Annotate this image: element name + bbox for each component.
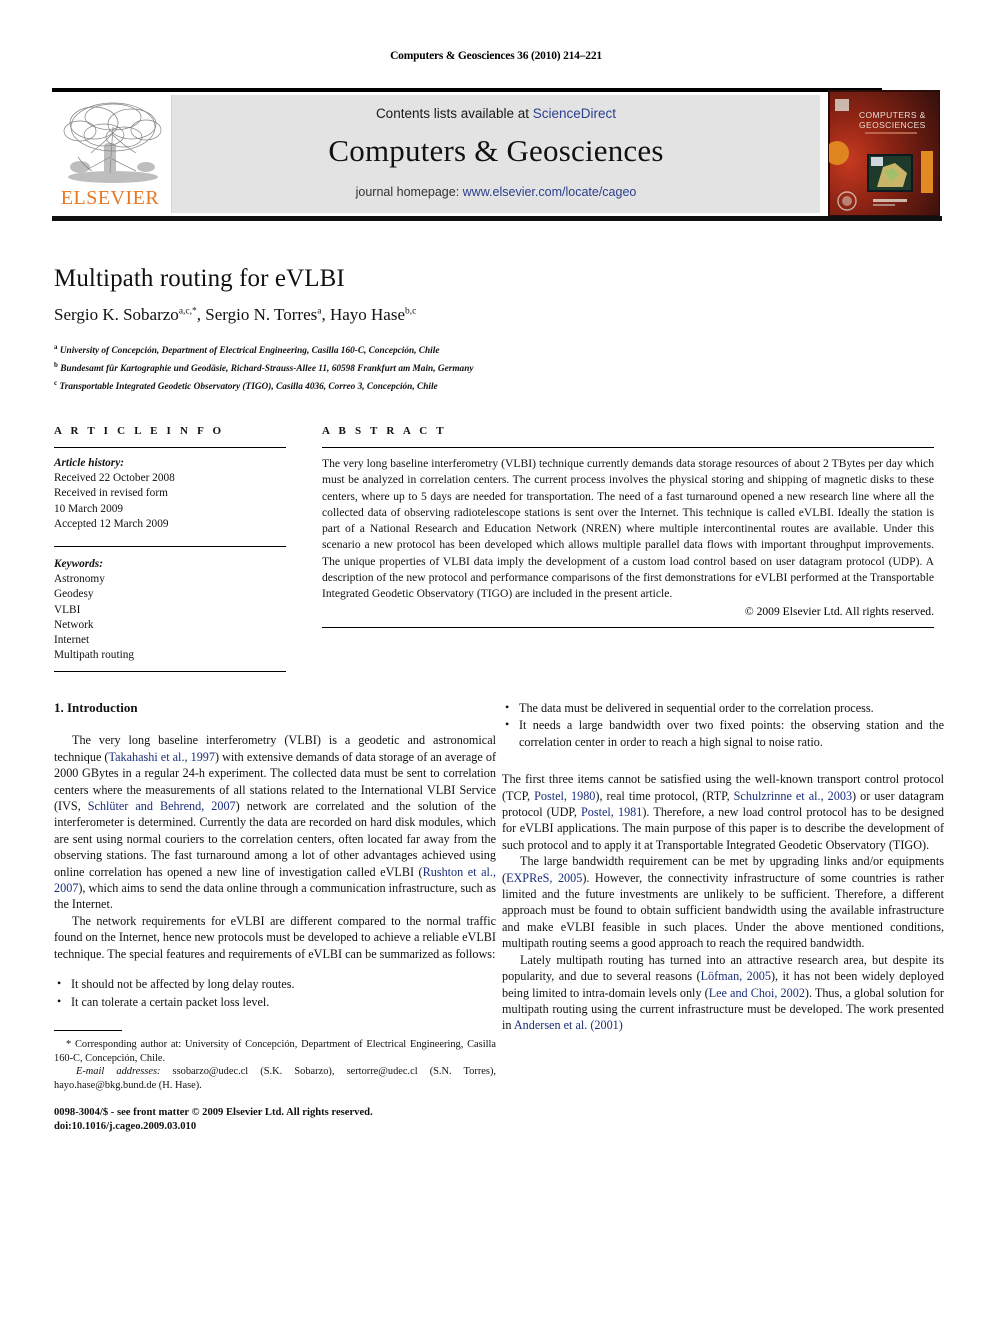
list-item: It should not be affected by long delay …	[54, 975, 496, 992]
abstract-copyright: © 2009 Elsevier Ltd. All rights reserved…	[744, 604, 934, 618]
footnote-separator	[54, 1029, 122, 1031]
citation-expres-2005[interactable]: EXPReS, 2005	[506, 871, 582, 885]
issn-line: 0098-3004/$ - see front matter © 2009 El…	[54, 1107, 373, 1119]
affiliation-c-mark: c	[54, 378, 58, 387]
body-column-right: The data must be delivered in sequential…	[502, 699, 944, 1034]
abstract-rule-top	[322, 447, 934, 448]
article-history-line-2: Received in revised form	[54, 487, 168, 500]
keyword-3: VLBI	[54, 603, 81, 616]
affiliation-c-text: Transportable Integrated Geodetic Observ…	[59, 381, 438, 392]
masthead-top-rule	[52, 88, 882, 92]
affiliation-a-text: University of Concepción, Department of …	[59, 346, 440, 357]
requirements-list-left: It should not be affected by long delay …	[54, 975, 496, 1010]
list-item: It needs a large bandwidth over two fixe…	[502, 716, 944, 750]
author-list: Sergio K. Sobarzoa,c,*, Sergio N. Torres…	[54, 305, 934, 325]
sciencedirect-link[interactable]: ScienceDirect	[533, 106, 616, 121]
footnote-corresponding-author: * Corresponding author at: University of…	[54, 1038, 496, 1065]
intro-p1-text-d: ), which aims to send the data online th…	[54, 881, 496, 912]
list-item: The data must be delivered in sequential…	[502, 699, 944, 716]
intro-paragraph-2: The network requirements for eVLBI are d…	[54, 913, 496, 961]
keyword-5: Internet	[54, 634, 90, 647]
citation-postel-1980[interactable]: Postel, 1980	[534, 789, 595, 803]
affiliation-b: b Bundesamt für Kartographie und Geodäsi…	[54, 359, 934, 377]
author-3: , Hayo Hase	[321, 305, 406, 324]
affiliations: a University of Concepción, Department o…	[54, 341, 934, 395]
elsevier-wordmark: ELSEVIER	[60, 187, 160, 209]
author-1: Sergio K. Sobarzo	[54, 305, 179, 324]
journal-homepage-line: journal homepage: www.elsevier.com/locat…	[172, 185, 820, 199]
contents-line: Contents lists available at ScienceDirec…	[172, 106, 820, 121]
journal-homepage-link[interactable]: www.elsevier.com/locate/cageo	[463, 185, 637, 199]
affiliation-a: a University of Concepción, Department o…	[54, 341, 934, 359]
running-head: Computers & Geosciences 36 (2010) 214–22…	[390, 50, 602, 62]
footnote-corresponding-text: Corresponding author at: University of C…	[54, 1038, 496, 1064]
journal-cover-thumbnail: COMPUTERS & GEOSCIENCES	[828, 90, 940, 216]
right-paragraph-2: The large bandwidth requirement can be m…	[502, 853, 944, 951]
citation-andersen-2001[interactable]: Andersen et al. (2001)	[514, 1018, 623, 1032]
journal-article-page: Computers & Geosciences 36 (2010) 214–22…	[0, 0, 992, 1323]
journal-title: Computers & Geosciences	[328, 133, 664, 168]
abstract-text: The very long baseline interferometry (V…	[322, 457, 934, 601]
footnote-email-addresses: E-mail addresses: ssobarzo@udec.cl (S.K.…	[54, 1065, 496, 1092]
affiliation-b-text: Bundesamt für Kartographie und Geodäsie,…	[60, 363, 474, 374]
list-item: It can tolerate a certain packet loss le…	[54, 992, 496, 1010]
citation-postel-1981[interactable]: Postel, 1981	[581, 805, 642, 819]
journal-cover-art: COMPUTERS & GEOSCIENCES	[829, 91, 939, 215]
abstract-heading: A B S T R A C T	[322, 425, 447, 437]
article-history-line-3: 10 March 2009	[54, 502, 124, 515]
article-info-rule-middle	[54, 546, 286, 548]
doi-line: doi:10.1016/j.cageo.2009.03.010	[54, 1120, 197, 1132]
affiliation-b-mark: b	[54, 360, 58, 369]
keyword-6: Multipath routing	[54, 649, 135, 662]
abstract-rule-bottom	[322, 626, 934, 628]
article-history-line-4: Accepted 12 March 2009	[54, 517, 169, 530]
citation-lofman-2005[interactable]: Löfman, 2005	[701, 969, 771, 983]
footnote-block: * Corresponding author at: University of…	[54, 1038, 496, 1134]
right-paragraph-1: The first three items cannot be satisfie…	[502, 771, 944, 853]
masthead-bottom-rule	[52, 216, 942, 221]
svg-text:GEOSCIENCES: GEOSCIENCES	[859, 120, 926, 130]
elsevier-logo: ELSEVIER	[54, 95, 172, 213]
citation-schulzrinne-2003[interactable]: Schulzrinne et al., 2003	[734, 789, 852, 803]
right-paragraph-3: Lately multipath routing has turned into…	[502, 952, 944, 1034]
keyword-1: Astronomy	[54, 573, 105, 586]
author-1-affil-marks: a,c,	[178, 306, 192, 317]
homepage-prefix: journal homepage:	[355, 185, 463, 199]
affiliation-a-mark: a	[54, 343, 58, 351]
masthead-band: Contents lists available at ScienceDirec…	[172, 95, 820, 213]
citation-schluter-behrend-2007[interactable]: Schlüter and Behrend, 2007	[88, 799, 236, 813]
section-heading-introduction: 1. Introduction	[54, 700, 138, 715]
issn-block: 0098-3004/$ - see front matter © 2009 El…	[54, 1106, 496, 1133]
requirements-list-right: The data must be delivered in sequential…	[502, 699, 944, 750]
keywords-label: Keywords:	[54, 558, 103, 571]
footnote-email-label: E-mail addresses:	[76, 1066, 161, 1078]
article-history-label: Article history:	[54, 457, 124, 469]
svg-text:COMPUTERS &: COMPUTERS &	[859, 110, 926, 120]
right-p1-text-b: ), real time protocol, (RTP,	[595, 788, 734, 803]
contents-prefix: Contents lists available at	[375, 106, 533, 121]
author-2: , Sergio N. Torres	[196, 305, 318, 324]
keyword-4: Network	[54, 618, 94, 631]
article-info-rule-bottom	[54, 671, 286, 673]
article-history: Article history: Received 22 October 200…	[54, 456, 286, 532]
author-3-affil-marks: b,c	[405, 306, 417, 317]
page-title: Multipath routing for eVLBI	[54, 265, 345, 292]
abstract-block: A B S T R A C T The very long baseline i…	[322, 425, 934, 628]
affiliation-c: c Transportable Integrated Geodetic Obse…	[54, 377, 934, 395]
article-info-block: A R T I C L E I N F O Article history: R…	[54, 425, 286, 673]
body-column-left: 1. Introduction The very long baseline i…	[54, 700, 496, 1133]
keyword-2: Geodesy	[54, 588, 94, 601]
elsevier-tree-icon	[63, 102, 162, 183]
citation-lee-choi-2002[interactable]: Lee and Choi, 2002	[709, 986, 805, 1000]
article-info-rule-top	[54, 447, 286, 448]
intro-paragraph-1: The very long baseline interferometry (V…	[54, 732, 496, 912]
citation-takahashi-1997[interactable]: Takahashi et al., 1997	[109, 750, 215, 764]
article-info-heading: A R T I C L E I N F O	[54, 425, 225, 437]
keywords-block: Keywords: Astronomy Geodesy VLBI Network…	[54, 557, 286, 663]
article-history-line-1: Received 22 October 2008	[54, 472, 175, 485]
